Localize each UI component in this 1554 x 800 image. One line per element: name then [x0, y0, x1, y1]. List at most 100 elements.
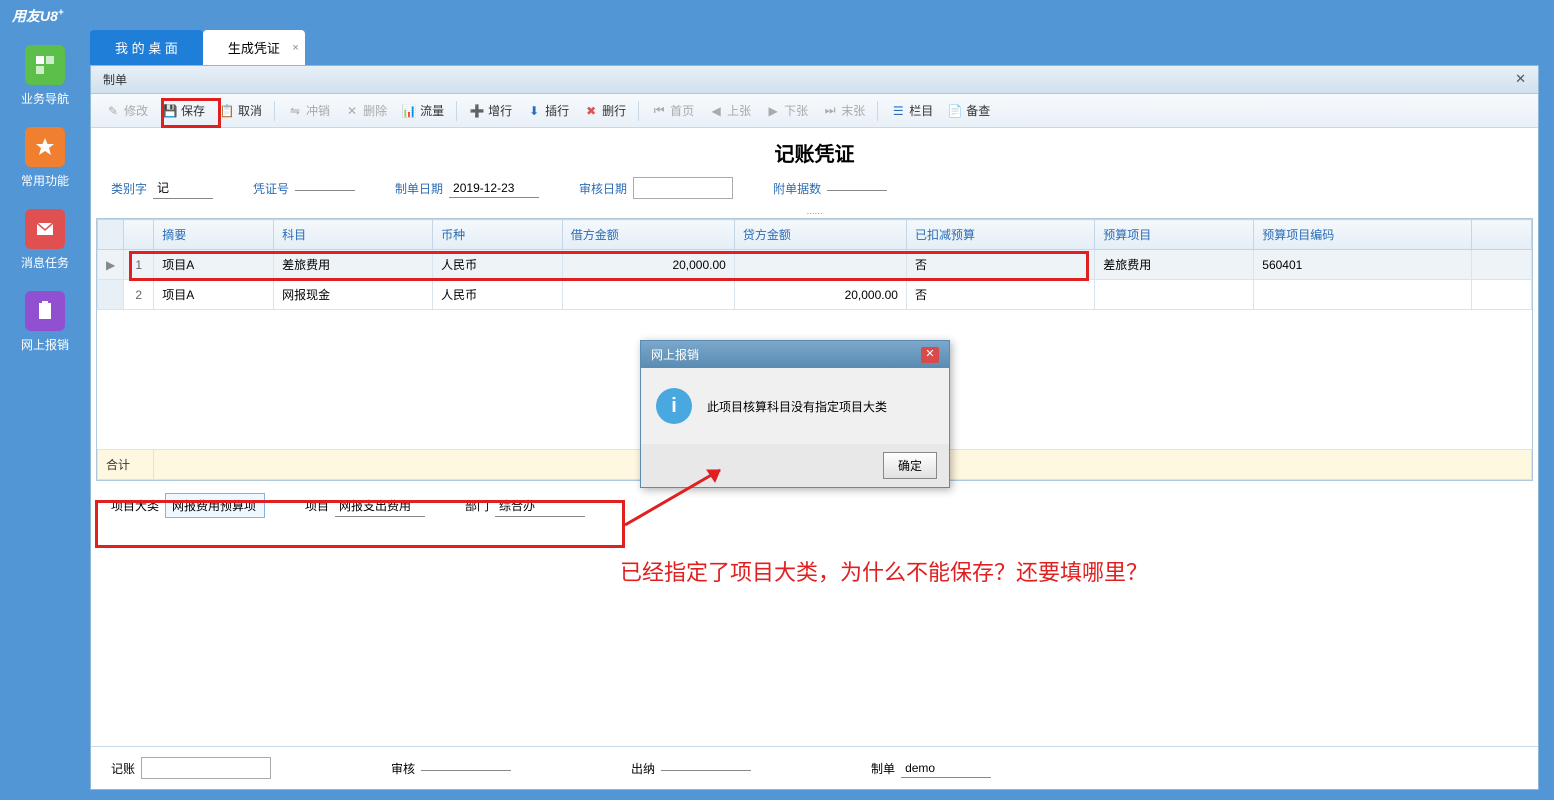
toolbar-column-button[interactable]: ☰栏目: [884, 98, 939, 123]
cell-account[interactable]: 网报现金: [274, 280, 433, 310]
audit-value: [421, 766, 511, 771]
col-debit[interactable]: 借方金额: [562, 220, 734, 250]
toolbar-delete-button: ✕删除: [338, 98, 393, 123]
panel-close-icon[interactable]: ✕: [1515, 71, 1526, 88]
app-title: 用友U8+: [0, 0, 1554, 32]
tab-desktop[interactable]: 我 的 桌 面: [90, 30, 203, 65]
toolbar-edit-button: ✎修改: [99, 98, 154, 123]
col-deducted[interactable]: 已扣减预算: [906, 220, 1094, 250]
col-currency[interactable]: 币种: [433, 220, 563, 250]
table-row[interactable]: 2 项目A 网报现金 人民币 20,000.00 否: [98, 280, 1532, 310]
col-select: [98, 220, 124, 250]
pencil-icon: ✎: [105, 103, 121, 119]
sidebar-item-reimburse[interactable]: 网上报销: [21, 291, 69, 353]
addrow-icon: ➕: [469, 103, 485, 119]
sidebar: 业务导航 常用功能 消息任务 网上报销: [0, 30, 90, 790]
cell-credit[interactable]: 20,000.00: [734, 280, 906, 310]
col-budget-item[interactable]: 预算项目: [1095, 220, 1254, 250]
panel-title: 制单: [103, 71, 127, 88]
col-blank: [1472, 220, 1532, 250]
flow-icon: 📊: [401, 103, 417, 119]
toolbar-save-button[interactable]: 💾保存: [156, 98, 211, 123]
project-category-label: 项目大类: [111, 497, 159, 514]
attach-label: 附单据数: [773, 180, 821, 197]
category-label: 类别字: [111, 180, 147, 197]
toolbar-addrow-button[interactable]: ➕增行: [463, 98, 518, 123]
sidebar-item-favorites[interactable]: 常用功能: [21, 127, 69, 189]
cell-budget-item[interactable]: 差旅费用: [1095, 250, 1254, 280]
biznav-icon: [25, 45, 65, 85]
cell-account[interactable]: 差旅费用: [274, 250, 433, 280]
header-fields: 类别字记 凭证号 制单日期2019-12-23 审核日期 附单据数: [91, 172, 1538, 209]
col-summary[interactable]: 摘要: [154, 220, 274, 250]
toolbar-cancel-button[interactable]: 📋取消: [213, 98, 268, 123]
dialog-body: i 此项目核算科目没有指定项目大类: [641, 368, 949, 444]
toolbar-insrow-button[interactable]: ⬇插行: [520, 98, 575, 123]
row-selector[interactable]: ▶: [98, 250, 124, 280]
col-budget-code[interactable]: 预算项目编码: [1254, 220, 1472, 250]
cell-debit[interactable]: [562, 280, 734, 310]
toolbar-flow-button[interactable]: 📊流量: [395, 98, 450, 123]
voucher-value[interactable]: [295, 186, 355, 191]
cell-summary[interactable]: 项目A: [154, 280, 274, 310]
toolbar-audit-button[interactable]: 📄备查: [941, 98, 996, 123]
tab-close-icon[interactable]: ×: [292, 42, 298, 54]
project-category-input[interactable]: 网报费用预算项: [165, 493, 265, 518]
resize-grip[interactable]: ⋯⋯: [91, 209, 1538, 218]
dialog: 网上报销 ✕ i 此项目核算科目没有指定项目大类 确定: [640, 340, 950, 488]
audit-date-input[interactable]: [633, 177, 733, 199]
sidebar-item-messages[interactable]: 消息任务: [21, 209, 69, 271]
toolbar-prev-button: ◀上张: [702, 98, 757, 123]
cashier-label: 出纳: [631, 760, 655, 777]
book-input[interactable]: [141, 757, 271, 779]
cell-budget-item[interactable]: [1095, 280, 1254, 310]
cell-currency[interactable]: 人民币: [433, 250, 563, 280]
date-label: 制单日期: [395, 180, 443, 197]
footer-fields: 项目大类网报费用预算项 项目网报支出费用 部门综合办: [91, 481, 1538, 530]
next-icon: ▶: [765, 103, 781, 119]
cell-credit[interactable]: [734, 250, 906, 280]
cell-currency[interactable]: 人民币: [433, 280, 563, 310]
cell-deducted[interactable]: 否: [906, 280, 1094, 310]
dialog-ok-button[interactable]: 确定: [883, 452, 937, 479]
toolbar-first-button: ⏮首页: [645, 98, 700, 123]
project-value[interactable]: 网报支出费用: [335, 495, 425, 517]
panel-title-bar: 制单 ✕: [91, 66, 1538, 94]
clipboard-icon: [25, 291, 65, 331]
dept-value[interactable]: 综合办: [495, 495, 585, 517]
mail-icon: [25, 209, 65, 249]
sidebar-item-biznav[interactable]: 业务导航: [21, 45, 69, 107]
cell-debit[interactable]: 20,000.00: [562, 250, 734, 280]
dialog-close-icon[interactable]: ✕: [921, 347, 939, 363]
last-icon: ⏭: [822, 103, 838, 119]
bottom-fields: 记账 审核 出纳 制单demo: [91, 746, 1538, 789]
toolbar-delrow-button[interactable]: ✖删行: [577, 98, 632, 123]
column-icon: ☰: [890, 103, 906, 119]
cell-budget-code[interactable]: 560401: [1254, 250, 1472, 280]
cell-budget-code[interactable]: [1254, 280, 1472, 310]
dialog-footer: 确定: [641, 444, 949, 487]
tab-voucher[interactable]: 生成凭证 ×: [203, 30, 305, 65]
audit-label: 审核: [391, 760, 415, 777]
delete-icon: ✕: [344, 103, 360, 119]
delrow-icon: ✖: [583, 103, 599, 119]
first-icon: ⏮: [651, 103, 667, 119]
attach-value[interactable]: [827, 186, 887, 191]
star-icon: [25, 127, 65, 167]
annotation-text: 已经指定了项目大类，为什么不能保存？还要填哪里？: [620, 555, 1148, 587]
col-account[interactable]: 科目: [274, 220, 433, 250]
cell-deducted[interactable]: 否: [906, 250, 1094, 280]
cell-summary[interactable]: 项目A: [154, 250, 274, 280]
dept-label: 部门: [465, 497, 489, 514]
toolbar-reverse-button: ⇋冲销: [281, 98, 336, 123]
row-selector[interactable]: [98, 280, 124, 310]
dialog-titlebar[interactable]: 网上报销 ✕: [641, 341, 949, 368]
date-value[interactable]: 2019-12-23: [449, 179, 539, 198]
category-value[interactable]: 记: [153, 177, 213, 199]
table-row[interactable]: ▶ 1 项目A 差旅费用 人民币 20,000.00 否 差旅费用 560401: [98, 250, 1532, 280]
maker-label: 制单: [871, 760, 895, 777]
audit-icon: 📄: [947, 103, 963, 119]
prev-icon: ◀: [708, 103, 724, 119]
col-credit[interactable]: 贷方金额: [734, 220, 906, 250]
cashier-value: [661, 766, 751, 771]
